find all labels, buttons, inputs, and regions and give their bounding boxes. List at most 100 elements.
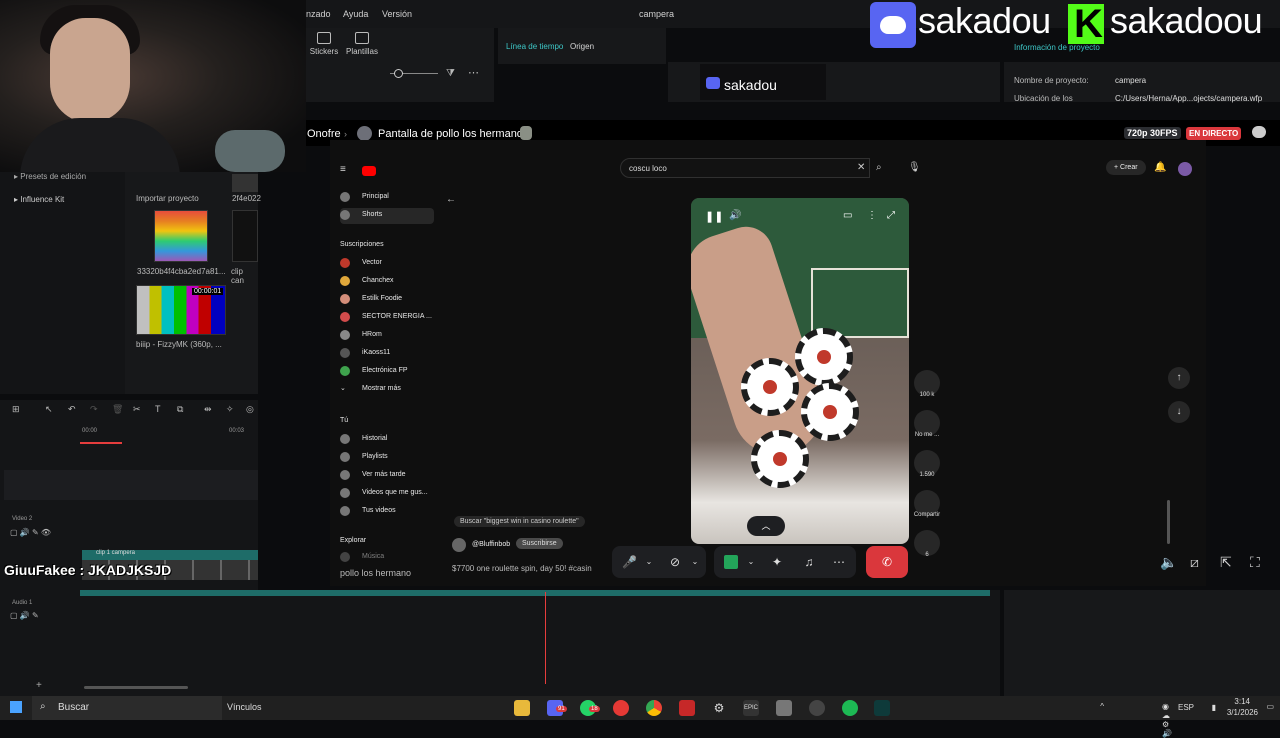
epic-games-icon[interactable]: EPIC — [743, 700, 759, 716]
settings-icon[interactable]: ⚙ — [711, 700, 727, 716]
spotify-icon[interactable] — [842, 700, 858, 716]
search-icon[interactable]: ⌕ — [876, 162, 882, 173]
taskbar-links[interactable]: Vínculos — [227, 702, 262, 712]
subscribe-button[interactable]: Suscribirse — [516, 538, 563, 549]
back-arrow-icon[interactable]: ← — [446, 194, 456, 205]
delete-icon[interactable]: 🗑 — [112, 404, 123, 415]
media-thumb-clip1[interactable] — [154, 210, 208, 262]
fullscreen-stream-icon[interactable]: ⛶ — [1250, 554, 1260, 571]
arrow-down-icon[interactable]: ↓ — [1168, 401, 1190, 423]
mic-options-icon[interactable]: ⌄ — [642, 555, 656, 569]
sidebar-item-presets[interactable]: ▸ Presets de edición — [14, 172, 86, 181]
effects-icon[interactable]: ✧ — [226, 404, 234, 415]
captions-icon[interactable]: ▭ — [843, 210, 852, 221]
mic-icon[interactable]: 🎙 — [908, 162, 921, 173]
media-thumb-clip2[interactable] — [232, 210, 258, 262]
track-controls-video2[interactable]: ▢ 🔊 ✎ 👁 — [10, 528, 51, 537]
stickers-button[interactable]: Stickers — [304, 32, 344, 56]
video-editor-icon[interactable] — [874, 700, 890, 716]
subscription-chanchex[interactable]: Chanchex — [340, 274, 434, 290]
sidebar-item-music[interactable]: Música — [340, 550, 434, 566]
pop-out-icon[interactable]: ⇱ — [1220, 554, 1232, 571]
short-video-player[interactable]: ❚❚ 🔊 ▭ ⋮ ⤢ ︿ — [691, 198, 909, 544]
timeline-scrollbar[interactable] — [84, 686, 188, 689]
sidebar-item-shorts[interactable]: Shorts — [340, 208, 434, 224]
account-avatar[interactable] — [1178, 162, 1192, 176]
sidebar-item-watch-later[interactable]: Ver más tarde — [340, 468, 434, 484]
templates-button[interactable]: Plantillas — [342, 32, 382, 56]
disable-video-icon[interactable]: ⧄ — [1190, 554, 1199, 571]
camera-options-icon[interactable]: ⌄ — [688, 555, 702, 569]
menu-item-help[interactable]: Ayuda — [343, 9, 368, 19]
fullscreen-icon[interactable]: ⤢ — [887, 210, 895, 221]
notifications-center-icon[interactable]: ▭ — [1266, 702, 1274, 711]
menu-item-nzado[interactable]: nzado — [306, 9, 331, 19]
split-icon[interactable]: ⇹ — [204, 404, 212, 415]
channel-name[interactable]: @Bluffinbob — [472, 541, 510, 548]
share-options-icon[interactable]: ⌄ — [744, 555, 758, 569]
chat-bubble-icon[interactable] — [1252, 126, 1266, 138]
activities-icon[interactable]: ✦ — [770, 555, 784, 569]
soundboard-icon[interactable]: ♫ — [802, 555, 816, 569]
language-indicator[interactable]: ESP — [1178, 703, 1194, 712]
channel-avatar[interactable] — [452, 538, 466, 552]
sidebar-item-history[interactable]: Historial — [340, 432, 434, 448]
show-more-button[interactable]: ⌄ Mostrar más — [340, 382, 434, 398]
youtube-search-input[interactable]: coscu loco ✕ — [620, 158, 870, 178]
redo-icon[interactable]: ↷ — [90, 404, 98, 415]
file-explorer-icon[interactable] — [514, 700, 530, 716]
media-thumb-clip3[interactable]: 00:00:01 — [136, 285, 226, 335]
more-options-icon[interactable]: ⋮ — [867, 210, 877, 221]
subscription-sector[interactable]: SECTOR ENERGIA ... — [340, 310, 434, 326]
timeline-playhead[interactable] — [545, 592, 546, 684]
clock-time[interactable]: 3:14 — [1234, 697, 1250, 706]
tab-origin[interactable]: Origen — [570, 42, 594, 51]
network-icon[interactable]: ▮ — [1212, 703, 1216, 712]
youtube-logo-icon[interactable] — [362, 166, 376, 176]
sidebar-item-your-videos[interactable]: Tus videos — [340, 504, 434, 520]
subscription-ikaoss[interactable]: iKaoss11 — [340, 346, 434, 362]
stream-user[interactable]: Onofre — [307, 128, 341, 140]
tab-timeline[interactable]: Línea de tiempo — [506, 42, 563, 51]
clear-search-icon[interactable]: ✕ — [857, 162, 865, 173]
sidebar-item-liked[interactable]: Videos que me gus... — [340, 486, 434, 502]
add-track-icon[interactable]: + — [36, 680, 42, 691]
text-icon[interactable]: T — [155, 404, 161, 414]
pause-icon[interactable]: ❚❚ — [705, 210, 723, 223]
subscription-estilk[interactable]: Estilk Foodie — [340, 292, 434, 308]
cut-icon[interactable]: ✂ — [133, 404, 141, 415]
disconnect-button[interactable]: ✆ — [866, 546, 908, 578]
notepad-icon[interactable] — [776, 700, 792, 716]
timeline-clip[interactable]: clip 1 campera — [82, 550, 258, 560]
windows-start-icon[interactable] — [10, 701, 22, 713]
sidebar-item-you[interactable]: Tú — [340, 414, 434, 430]
arrow-up-icon[interactable]: ↑ — [1168, 367, 1190, 389]
subscription-vector[interactable]: Vector — [340, 256, 434, 272]
select-icon[interactable]: ↖ — [45, 404, 53, 415]
more-icon[interactable]: ⋯ — [468, 66, 479, 79]
stream-volume-icon[interactable]: 🔈 — [1160, 554, 1177, 571]
crop-icon[interactable]: ⧉ — [177, 404, 183, 415]
zoom-slider-knob[interactable] — [394, 69, 403, 78]
create-button[interactable]: + Crear — [1106, 160, 1146, 175]
menu-item-version[interactable]: Versión — [382, 9, 412, 19]
sidebar-item-explore[interactable]: Explorar — [340, 534, 434, 550]
sidebar-item-playlists[interactable]: Playlists — [340, 450, 434, 466]
tray-chevron-icon[interactable]: ^ — [1100, 702, 1104, 711]
taskbar-search-box[interactable]: ⌕ Buscar — [32, 696, 222, 720]
notifications-icon[interactable]: 🔔 — [1154, 162, 1166, 173]
chrome-icon[interactable] — [646, 700, 662, 716]
hamburger-menu-icon[interactable]: ≡ — [340, 164, 346, 175]
obs-icon[interactable] — [809, 700, 825, 716]
layout-icon[interactable]: ⊞ — [12, 404, 20, 415]
clock-date[interactable]: 3/1/2026 — [1227, 708, 1258, 717]
red-app-icon[interactable] — [679, 700, 695, 716]
camera-off-icon[interactable]: ⊘ — [668, 555, 682, 569]
color-icon[interactable]: ◎ — [246, 404, 254, 415]
tray-icons[interactable]: ◉ ☁ ⚙ 🔊 — [1162, 702, 1172, 738]
filter-icon[interactable]: ⧩ — [446, 68, 455, 79]
more-call-options-icon[interactable]: ⋯ — [832, 555, 846, 569]
undo-icon[interactable]: ↶ — [68, 404, 76, 415]
expand-participants-button[interactable]: ︿ — [747, 516, 785, 536]
track-controls-audio1[interactable]: ▢ 🔊 ✎ — [10, 611, 39, 620]
